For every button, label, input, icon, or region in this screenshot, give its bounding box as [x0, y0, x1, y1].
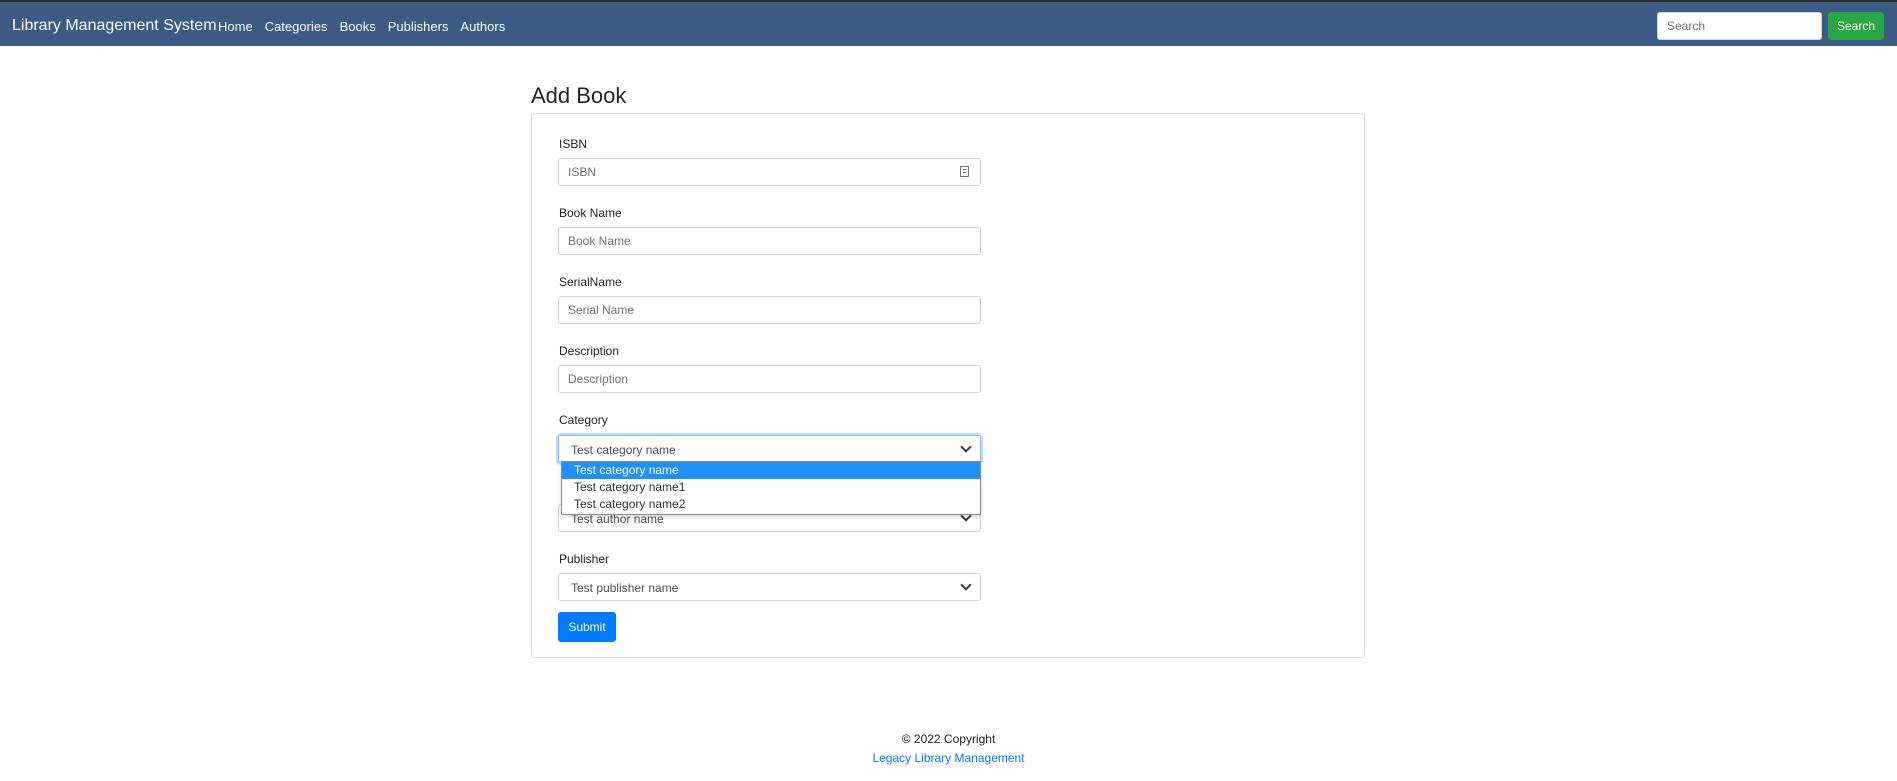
book-name-input[interactable] [558, 227, 981, 255]
category-option[interactable]: Test category name2 [562, 496, 980, 513]
chevron-down-icon [960, 579, 972, 591]
category-label: Category [559, 413, 608, 427]
footer-copyright: © 2022 Copyright [901, 732, 996, 746]
category-dropdown-list: Test category name Test category name1 T… [561, 461, 981, 515]
nav-link-authors[interactable]: Authors [460, 18, 505, 35]
chevron-down-icon [960, 441, 972, 453]
serial-name-label: SerialName [559, 275, 622, 289]
category-select[interactable]: Test category name [558, 435, 981, 463]
nav-links: Home Categories Books Publishers Authors [218, 18, 517, 35]
nav-link-publishers[interactable]: Publishers [388, 18, 449, 35]
category-option[interactable]: Test category name1 [562, 479, 980, 496]
description-input[interactable] [558, 365, 981, 393]
navbar-search-button[interactable]: Search [1828, 12, 1884, 40]
description-label: Description [559, 344, 620, 358]
serial-name-input[interactable] [558, 296, 981, 324]
top-navbar: Library Management System Home Categorie… [0, 2, 1897, 46]
isbn-label: ISBN [559, 137, 588, 151]
id-card-icon [960, 166, 969, 177]
nav-link-categories[interactable]: Categories [265, 18, 328, 35]
page-title: Add Book [531, 83, 627, 108]
isbn-input[interactable] [558, 158, 981, 186]
nav-link-books[interactable]: Books [340, 18, 376, 35]
navbar-brand[interactable]: Library Management System [12, 16, 217, 36]
submit-button[interactable]: Submit [558, 612, 616, 642]
book-name-label: Book Name [559, 206, 622, 220]
category-option[interactable]: Test category name [562, 462, 980, 479]
navbar-search-input[interactable] [1657, 12, 1822, 40]
category-select-value: Test category name [571, 443, 676, 457]
footer-link[interactable]: Legacy Library Management [0, 751, 1897, 765]
publisher-label: Publisher [559, 552, 610, 566]
nav-link-home[interactable]: Home [218, 18, 253, 35]
publisher-select-value: Test publisher name [571, 581, 679, 595]
publisher-select[interactable]: Test publisher name [558, 573, 981, 601]
